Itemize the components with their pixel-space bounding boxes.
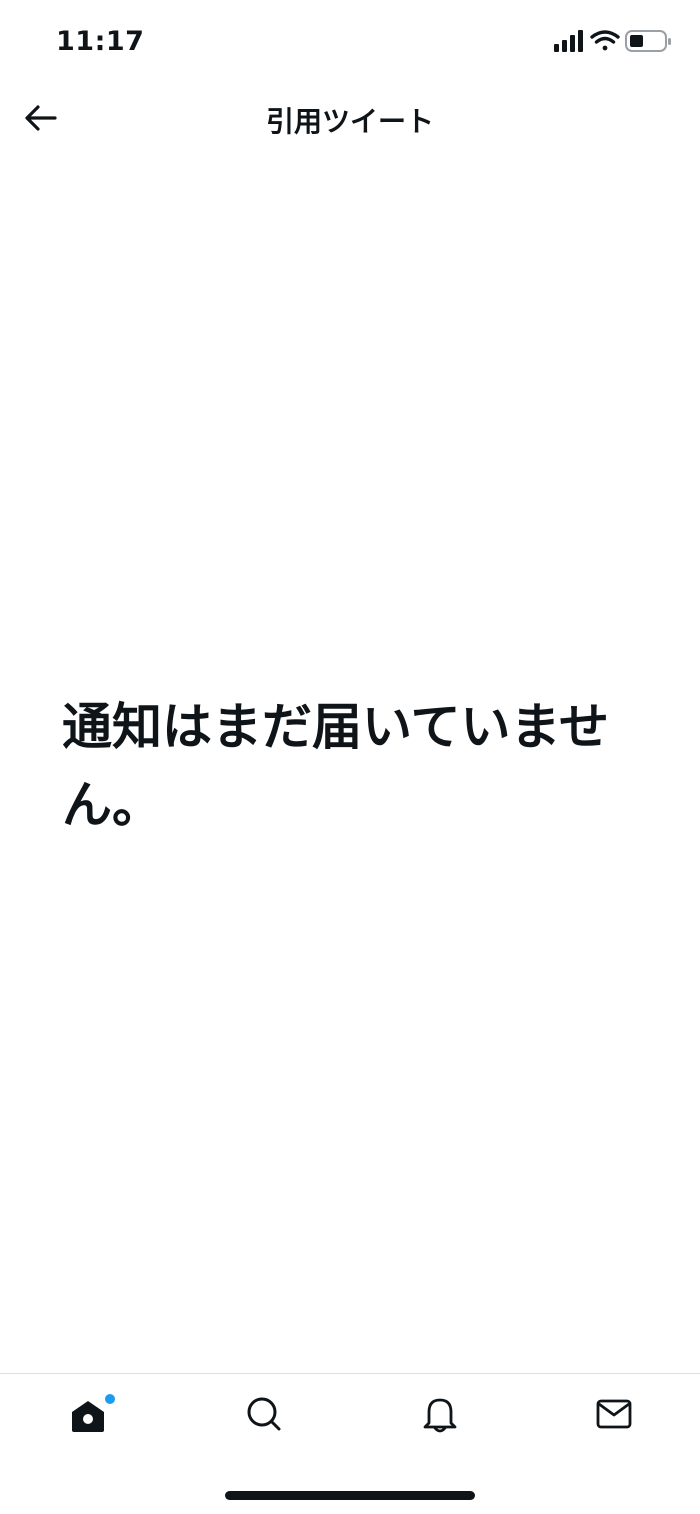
home-icon [68,1394,115,1436]
status-icons [554,28,672,56]
bell-icon [420,1394,460,1438]
battery-icon [625,30,671,52]
status-bar: 11:17 [0,0,700,84]
tab-home[interactable] [60,1392,116,1440]
empty-state: 通知はまだ届いていません。 [62,688,642,844]
signal-icon [554,30,583,52]
status-time: 11:17 [56,26,145,57]
mail-icon [594,1394,634,1438]
empty-state-message: 通知はまだ届いていません。 [62,698,609,834]
tab-search[interactable] [236,1392,292,1440]
page-title: 引用ツイート [265,105,434,138]
tab-messages[interactable] [586,1392,642,1440]
search-icon [244,1394,284,1438]
wifi-icon [590,30,620,51]
bottom-tab-bar [0,1373,700,1458]
tab-notifications[interactable] [412,1392,468,1440]
header: 引用ツイート [0,84,700,154]
home-indicator[interactable] [225,1491,475,1500]
home-notification-dot [105,1394,115,1404]
